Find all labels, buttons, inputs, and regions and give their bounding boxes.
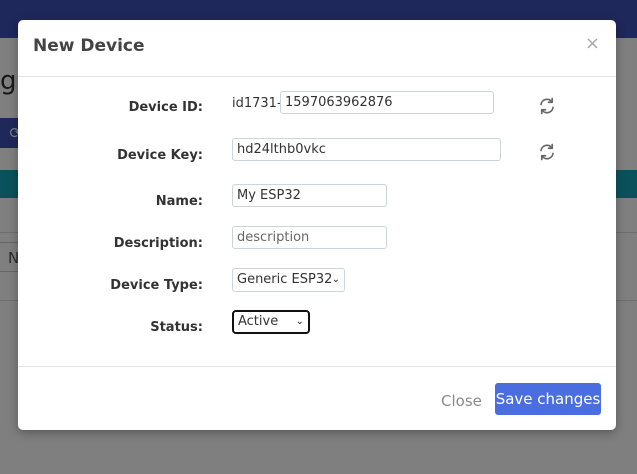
device-type-label: Device Type: [110, 278, 203, 293]
name-label: Name: [155, 194, 203, 209]
regenerate-device-key-icon[interactable] [538, 143, 556, 161]
device-id-label: Device ID: [128, 100, 203, 115]
chevron-down-icon: ⌄ [331, 274, 340, 285]
new-device-modal: New Device × Device ID: id1731- Device K… [18, 20, 616, 430]
device-id-input[interactable] [280, 91, 494, 114]
status-label: Status: [150, 320, 203, 335]
device-key-label: Device Key: [117, 148, 203, 163]
modal-header: New Device × [18, 20, 616, 77]
close-button[interactable]: Close [441, 392, 482, 410]
status-select[interactable]: Active ⌄ [232, 310, 310, 334]
device-key-input[interactable] [232, 138, 501, 161]
description-input[interactable] [232, 226, 387, 249]
device-id-prefix: id1731- [232, 96, 282, 111]
chevron-down-icon: ⌄ [295, 316, 304, 327]
regenerate-device-id-icon[interactable] [538, 97, 556, 115]
description-label: Description: [113, 236, 203, 251]
name-input[interactable] [232, 184, 387, 207]
device-type-select[interactable]: Generic ESP32 ⌄ [232, 268, 345, 292]
device-type-selected-value: Generic ESP32 [237, 272, 333, 287]
modal-footer: Close Save changes [18, 366, 616, 431]
save-changes-button[interactable]: Save changes [495, 383, 601, 415]
modal-title: New Device [33, 36, 145, 56]
close-icon[interactable]: × [585, 34, 600, 54]
status-selected-value: Active [238, 314, 279, 329]
